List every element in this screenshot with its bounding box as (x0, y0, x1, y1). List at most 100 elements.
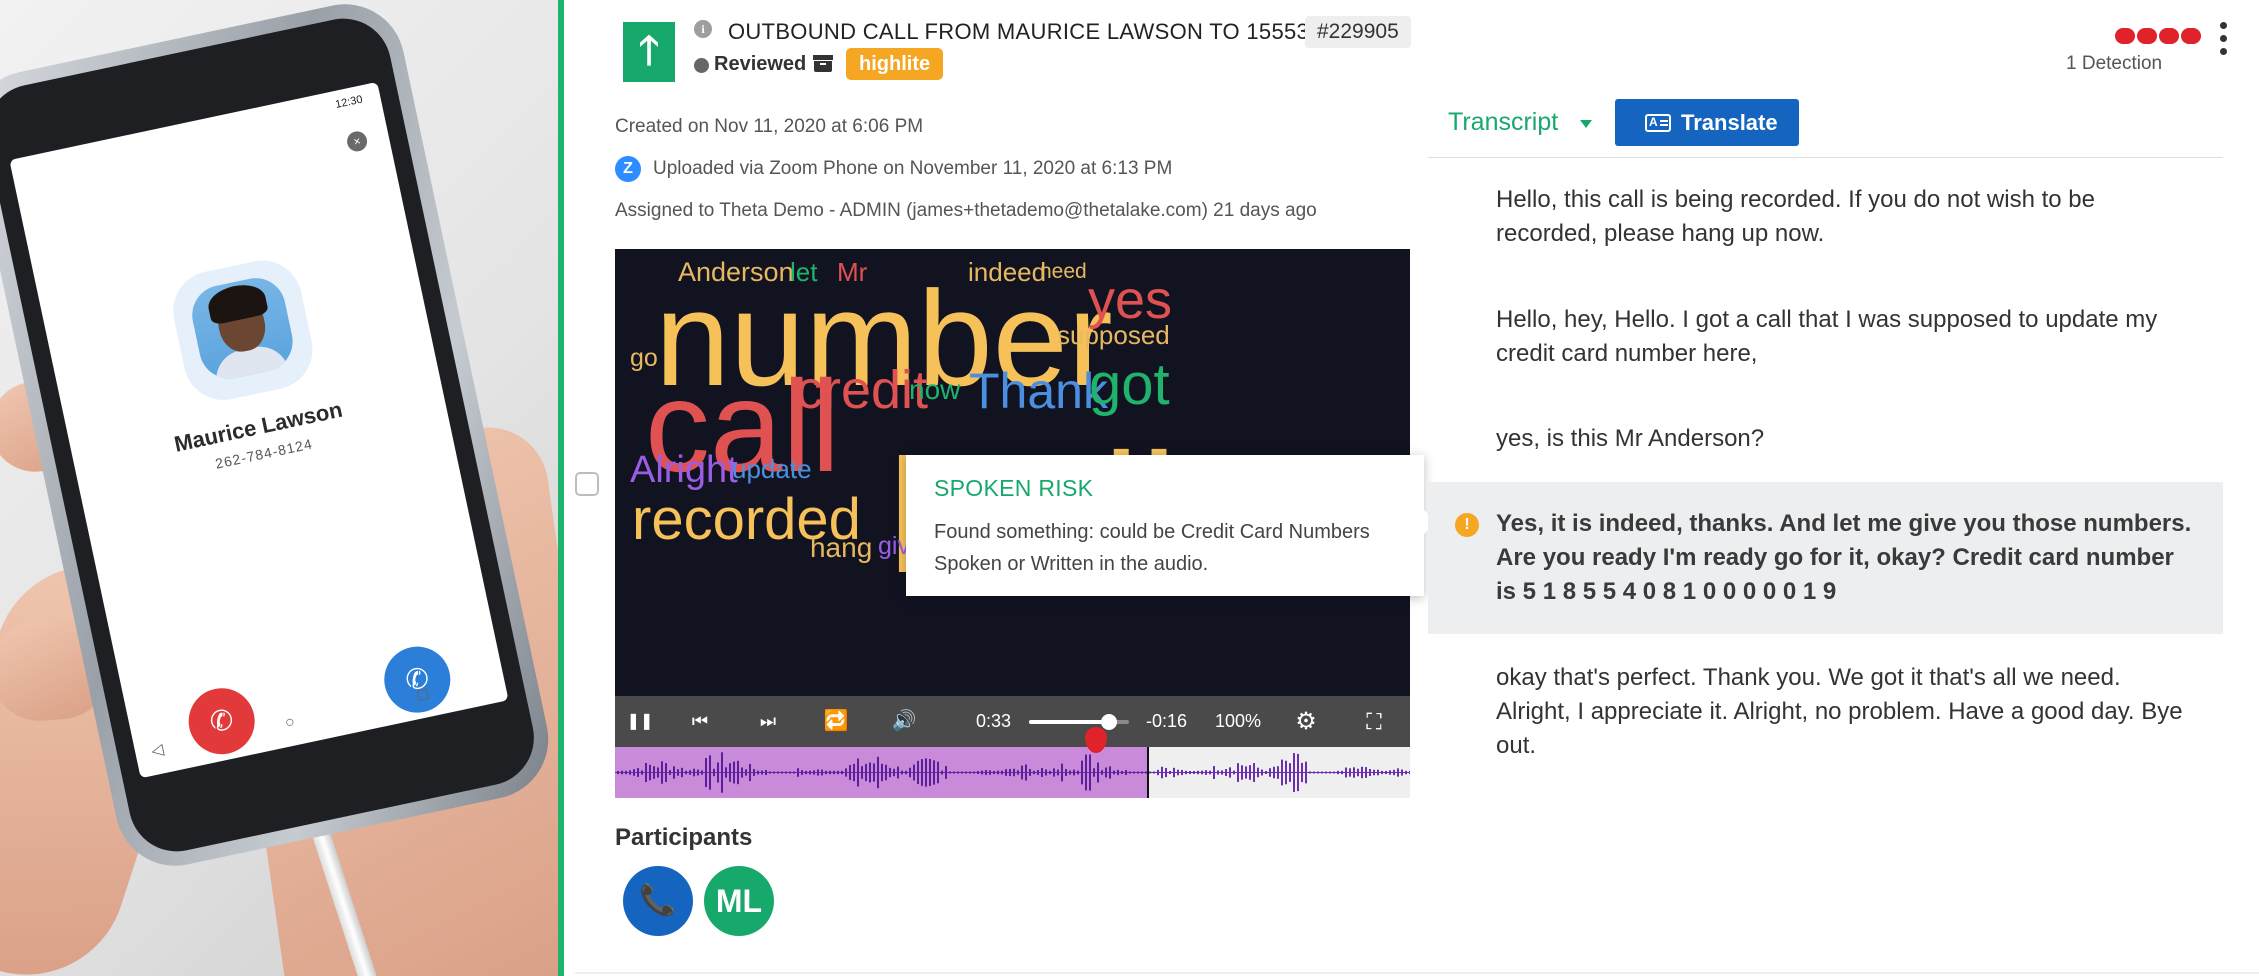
waveform-bar (885, 764, 887, 781)
next-button[interactable]: ⏭ (753, 696, 783, 747)
participant-avatar[interactable]: ML (704, 866, 774, 936)
waveform-bar (717, 762, 719, 783)
waveform-bar (1109, 766, 1111, 779)
previous-button[interactable]: ⏮ (685, 696, 715, 747)
waveform-bar (1101, 770, 1103, 775)
warning-icon[interactable]: ! (1455, 513, 1479, 537)
waveform-bar (1037, 770, 1039, 775)
call-id-badge: #229905 (1305, 16, 1411, 48)
pause-button[interactable]: ❚❚ (625, 696, 655, 747)
word-cloud-word: got (1088, 351, 1170, 417)
waveform-bar (1017, 770, 1019, 775)
tab-divider (1428, 157, 2223, 158)
waveform-bar (1325, 771, 1327, 774)
waveform-bar (1201, 770, 1203, 775)
transcript-segment[interactable]: okay that's perfect. Thank you. We got i… (1496, 661, 2196, 763)
translate-button[interactable]: Translate (1615, 99, 1799, 146)
translate-label: Translate (1681, 110, 1778, 135)
current-time: 0:33 (976, 711, 1012, 731)
transcript-segment[interactable]: yes, is this Mr Anderson? (1496, 422, 2196, 456)
waveform-bar (953, 771, 955, 774)
waveform-bar (1077, 770, 1079, 775)
waveform-bar (1033, 770, 1035, 775)
waveform-bar (897, 766, 899, 779)
select-checkbox[interactable] (575, 472, 599, 496)
waveform-bar (1237, 763, 1239, 782)
waveform-bar (977, 770, 979, 775)
waveform-bar (965, 771, 967, 774)
waveform-bar (1317, 771, 1319, 774)
loop-button[interactable]: 🔁 (819, 696, 853, 747)
waveform-bar (1193, 770, 1195, 775)
waveform-bar (1261, 769, 1263, 776)
word-cloud-word: now (909, 373, 961, 405)
volume-slider-knob[interactable] (1101, 714, 1117, 730)
transcript-segment[interactable]: Hello, this call is being recorded. If y… (1496, 183, 2196, 251)
waveform-bar (1085, 754, 1087, 791)
waveform-bar (1377, 769, 1379, 776)
status-dot-icon (694, 58, 709, 73)
archive-icon[interactable] (813, 55, 833, 72)
waveform-bar (725, 767, 727, 778)
waveform-bar (685, 770, 687, 775)
waveform-bar (777, 771, 779, 774)
severity-segment (2159, 28, 2179, 44)
waveform-bar (837, 770, 839, 775)
waveform-bar (1221, 770, 1223, 775)
waveform-bar (925, 758, 927, 787)
tag-badge[interactable]: highlite (846, 48, 944, 80)
zoom-icon: Z (615, 156, 641, 182)
waveform-bar (817, 769, 819, 776)
phone-call-photo: 12:30 × Maurice Lawson 262-784-8124 ✆ ✆ … (0, 0, 558, 976)
waveform-bar (1129, 771, 1131, 774)
waveform-bar (1013, 768, 1015, 777)
waveform-bar (1057, 769, 1059, 776)
waveform-bar (945, 766, 947, 779)
waveform-bar (1045, 769, 1047, 776)
waveform-playhead[interactable] (1146, 747, 1149, 798)
outbound-arrow-icon: 🡑 (623, 22, 675, 82)
playback-speed[interactable]: 100% (1215, 696, 1261, 747)
waveform-bar (745, 769, 747, 776)
settings-gear-icon[interactable]: ⚙ (1289, 696, 1323, 747)
waveform-bar (1041, 768, 1043, 777)
waveform-bar (985, 770, 987, 775)
word-cloud-word: update (732, 454, 812, 484)
waveform-bar (865, 763, 867, 782)
waveform-bar (821, 769, 823, 776)
word-cloud-word: hang (809, 532, 873, 563)
waveform-bar (637, 768, 639, 777)
waveform-bar (833, 770, 835, 775)
waveform-bar (1001, 770, 1003, 775)
waveform-bar (1385, 770, 1387, 775)
waveform-bar (1053, 768, 1055, 777)
waveform-bar (1137, 771, 1139, 774)
waveform-bar (1009, 768, 1011, 777)
waveform-bar (1277, 766, 1279, 779)
waveform-bar (1005, 769, 1007, 776)
waveform-bar (785, 771, 787, 774)
waveform-bar (853, 763, 855, 782)
waveform-bar (813, 770, 815, 775)
waveform-bar (765, 770, 767, 775)
info-icon[interactable]: i (694, 20, 712, 38)
transcript-dropdown[interactable]: Transcript (1448, 108, 1558, 137)
fullscreen-icon[interactable]: ⛶ (1357, 696, 1391, 747)
transcript-segment-flagged[interactable]: Yes, it is indeed, thanks. And let me gi… (1496, 507, 2196, 609)
waveform-bar (1241, 765, 1243, 780)
phone-participant-icon[interactable]: 📞 (623, 866, 693, 936)
chevron-down-icon[interactable] (1580, 120, 1592, 128)
waveform-bar (1177, 769, 1179, 776)
waveform-bar (893, 768, 895, 777)
volume-slider[interactable] (1029, 714, 1129, 730)
waveform-bar (1321, 771, 1323, 774)
waveform-bar (1409, 770, 1410, 775)
waveform-bar (1373, 769, 1375, 776)
more-options-icon[interactable] (2220, 22, 2228, 62)
audio-waveform[interactable] (615, 747, 1410, 798)
transcript-segment[interactable]: Hello, hey, Hello. I got a call that I w… (1496, 303, 2196, 371)
waveform-bar (1257, 767, 1259, 778)
waveform-bar (773, 771, 775, 774)
risk-description: Found something: could be Credit Card Nu… (934, 521, 1370, 575)
volume-button[interactable]: 🔊 (887, 696, 921, 747)
